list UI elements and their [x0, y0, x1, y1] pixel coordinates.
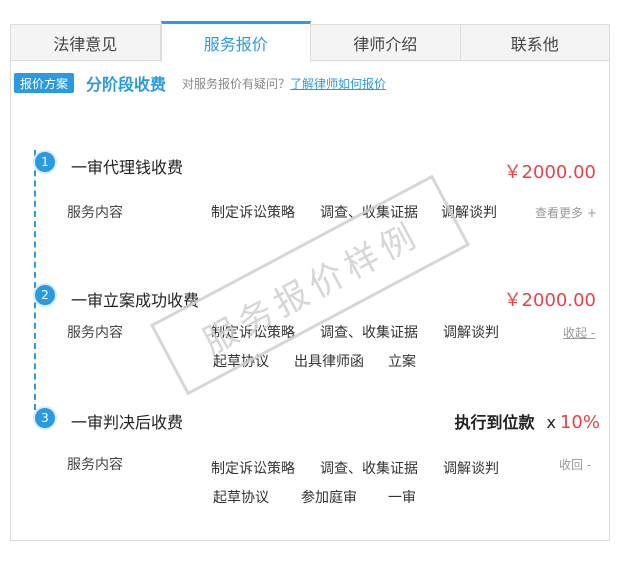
- service-item: 调解谈判: [441, 205, 497, 221]
- timeline-line: [34, 150, 36, 410]
- tab-bar: 法律意见 服务报价 律师介绍 联系他: [11, 21, 610, 62]
- service-item: 出具律师函: [294, 354, 364, 370]
- service-item: 调查、收集证据: [320, 461, 418, 477]
- step-title-2: 一审立案成功收费: [71, 291, 200, 310]
- service-item: 制定诉讼策略: [211, 205, 295, 221]
- service-item: 立案: [388, 354, 416, 370]
- step-number-1: 1: [33, 150, 57, 174]
- service-item: 起草协议: [213, 354, 269, 370]
- plan-question: 对服务报价有疑问？: [182, 76, 291, 91]
- tab-lawyer-intro[interactable]: 律师介绍: [311, 25, 461, 60]
- plan-title: 分阶段收费: [86, 75, 167, 94]
- execution-fee-label: 执行到位款: [454, 413, 535, 432]
- collapse-toggle[interactable]: 收起 -: [563, 324, 595, 341]
- service-item: 制定诉讼策略: [211, 461, 295, 477]
- step-price-1: ￥2000.00: [503, 162, 596, 183]
- service-item: 起草协议: [213, 490, 269, 506]
- pricing-help-link[interactable]: 了解律师如何报价: [290, 75, 386, 92]
- service-label-1: 服务内容: [67, 205, 123, 221]
- service-item: 调解谈判: [443, 461, 499, 477]
- plan-header: 报价方案 分阶段收费 对服务报价有疑问？ 了解律师如何报价: [14, 72, 386, 94]
- service-item: 一审: [388, 490, 416, 506]
- step-title-3: 一审判决后收费: [71, 413, 184, 432]
- service-item: 制定诉讼策略: [211, 325, 295, 341]
- execution-fee: 执行到位款 x 10%: [455, 409, 601, 433]
- step-number-3: 3: [33, 406, 57, 430]
- plan-badge: 报价方案: [14, 73, 75, 93]
- execution-fee-percent: 10%: [559, 412, 600, 433]
- service-label-2: 服务内容: [67, 325, 123, 341]
- step-number-2: 2: [33, 283, 57, 307]
- show-more-toggle[interactable]: 查看更多 +: [535, 204, 597, 221]
- service-label-3: 服务内容: [67, 457, 123, 473]
- service-item: 调解谈判: [443, 325, 499, 341]
- tab-contact[interactable]: 联系他: [461, 25, 610, 60]
- step-price-2: ￥2000.00: [503, 290, 596, 311]
- tab-legal-opinion[interactable]: 法律意见: [11, 25, 161, 60]
- step-title-1: 一审代理钱收费: [71, 158, 184, 177]
- service-item: 参加庭审: [301, 490, 357, 506]
- collapse-toggle[interactable]: 收回 -: [559, 456, 591, 473]
- multiply-sign: x: [546, 413, 556, 432]
- tab-service-quote[interactable]: 服务报价: [160, 21, 311, 62]
- service-item: 调查、收集证据: [320, 205, 418, 221]
- service-item: 调查、收集证据: [320, 325, 418, 341]
